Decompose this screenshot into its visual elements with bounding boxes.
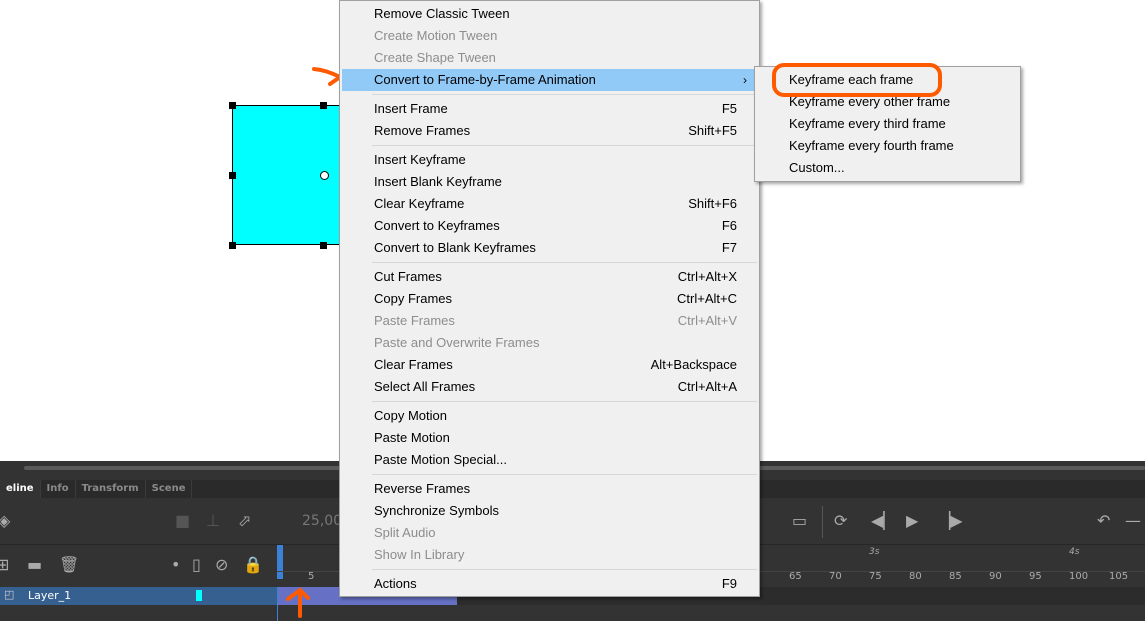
menu-item-label: Convert to Frame-by-Frame Animation — [374, 72, 596, 87]
menu-item-label: Insert Frame — [374, 101, 448, 116]
menu-item-shortcut: F9 — [721, 576, 737, 591]
menu-item-shortcut: Shift+F5 — [688, 123, 737, 138]
menu-item-shortcut: F5 — [721, 101, 737, 116]
menu-item[interactable]: Clear Keyframe Shift+F6 — [342, 193, 757, 215]
menu-item-shortcut: Shift+F6 — [688, 196, 737, 211]
menu-item: Paste Frames Ctrl+Alt+V — [342, 310, 757, 332]
menu-item-label: Cut Frames — [374, 269, 442, 284]
menu-item-shortcut: Ctrl+Alt+X — [677, 269, 737, 284]
menu-item-label: Remove Frames — [374, 123, 471, 138]
menu-item[interactable]: Remove Classic Tween — [342, 3, 757, 25]
menu-item-shortcut: Ctrl+Alt+A — [677, 379, 737, 394]
submenu-item[interactable]: Keyframe every fourth frame — [757, 135, 1018, 157]
menu-item[interactable]: Insert Keyframe — [342, 149, 757, 171]
menu-item[interactable]: Remove Frames Shift+F5 — [342, 120, 757, 142]
menu-item: Paste and Overwrite Frames — [342, 332, 757, 354]
menu-item-label: Clear Frames — [374, 357, 453, 372]
menu-item-label: Synchronize Symbols — [374, 503, 499, 518]
menu-separator — [372, 262, 757, 263]
menu-item[interactable]: Cut Frames Ctrl+Alt+X — [342, 266, 757, 288]
context-menu: Remove Classic Tween Create Motion Tween C… — [339, 0, 760, 597]
menu-item-label: Paste and Overwrite Frames — [374, 335, 540, 350]
menu-item[interactable]: Convert to Frame-by-Frame Animation › — [342, 69, 757, 91]
menu-item[interactable]: Synchronize Symbols — [342, 500, 757, 522]
menu-item-label: Remove Classic Tween — [374, 6, 510, 21]
menu-separator — [372, 474, 757, 475]
chevron-right-icon: › — [743, 73, 747, 87]
menu-separator — [372, 94, 757, 95]
submenu-item[interactable]: Custom... — [757, 157, 1018, 179]
menu-item-label: Paste Motion — [374, 430, 450, 445]
menu-item[interactable]: Paste Motion — [342, 427, 757, 449]
menu-item-label: Create Shape Tween — [374, 50, 496, 65]
menu-item-shortcut: Ctrl+Alt+V — [677, 313, 737, 328]
menu-item: Split Audio — [342, 522, 757, 544]
annotation-highlight-circle — [772, 63, 942, 97]
menu-item[interactable]: Copy Motion — [342, 405, 757, 427]
menu-item-shortcut: Ctrl+Alt+C — [677, 291, 737, 306]
menu-item-label: Clear Keyframe — [374, 196, 465, 211]
menu-item[interactable]: Convert to Blank Keyframes F7 — [342, 237, 757, 259]
menu-item-shortcut: F6 — [721, 218, 737, 233]
menu-item-label: Reverse Frames — [374, 481, 471, 496]
menu-item[interactable]: Actions F9 — [342, 573, 757, 595]
annotation-arrow-icon — [312, 67, 344, 86]
menu-item[interactable]: Paste Motion Special... — [342, 449, 757, 471]
menu-item-label: Paste Frames — [374, 313, 455, 328]
menu-separator — [372, 569, 757, 570]
menu-item: Create Shape Tween — [342, 47, 757, 69]
menu-item[interactable]: Insert Frame F5 — [342, 98, 757, 120]
menu-item[interactable]: Clear Frames Alt+Backspace — [342, 354, 757, 376]
menu-item-label: Insert Keyframe — [374, 152, 466, 167]
menu-item-shortcut: Alt+Backspace — [650, 357, 737, 372]
menu-separator — [372, 145, 757, 146]
menu-item-label: Convert to Keyframes — [374, 218, 500, 233]
menu-item[interactable]: Select All Frames Ctrl+Alt+A — [342, 376, 757, 398]
menu-item-label: Copy Frames — [374, 291, 453, 306]
menu-item-shortcut: F7 — [721, 240, 737, 255]
menu-separator — [372, 401, 757, 402]
menu-item[interactable]: Reverse Frames — [342, 478, 757, 500]
menu-item-label: Split Audio — [374, 525, 436, 540]
menu-item[interactable]: Insert Blank Keyframe — [342, 171, 757, 193]
menu-item-label: Paste Motion Special... — [374, 452, 507, 467]
menu-item: Create Motion Tween — [342, 25, 757, 47]
menu-item: Show In Library — [342, 544, 757, 566]
menu-item[interactable]: Copy Frames Ctrl+Alt+C — [342, 288, 757, 310]
menu-item-label: Actions — [374, 576, 417, 591]
annotation-arrow-icon — [286, 587, 310, 618]
menu-item-label: Copy Motion — [374, 408, 447, 423]
menu-item-label: Insert Blank Keyframe — [374, 174, 502, 189]
menu-item-label: Show In Library — [374, 547, 465, 562]
menu-item[interactable]: Convert to Keyframes F6 — [342, 215, 757, 237]
menu-item-label: Select All Frames — [374, 379, 476, 394]
menu-item-label: Create Motion Tween — [374, 28, 498, 43]
submenu-item[interactable]: Keyframe every third frame — [757, 113, 1018, 135]
menu-item-label: Convert to Blank Keyframes — [374, 240, 536, 255]
